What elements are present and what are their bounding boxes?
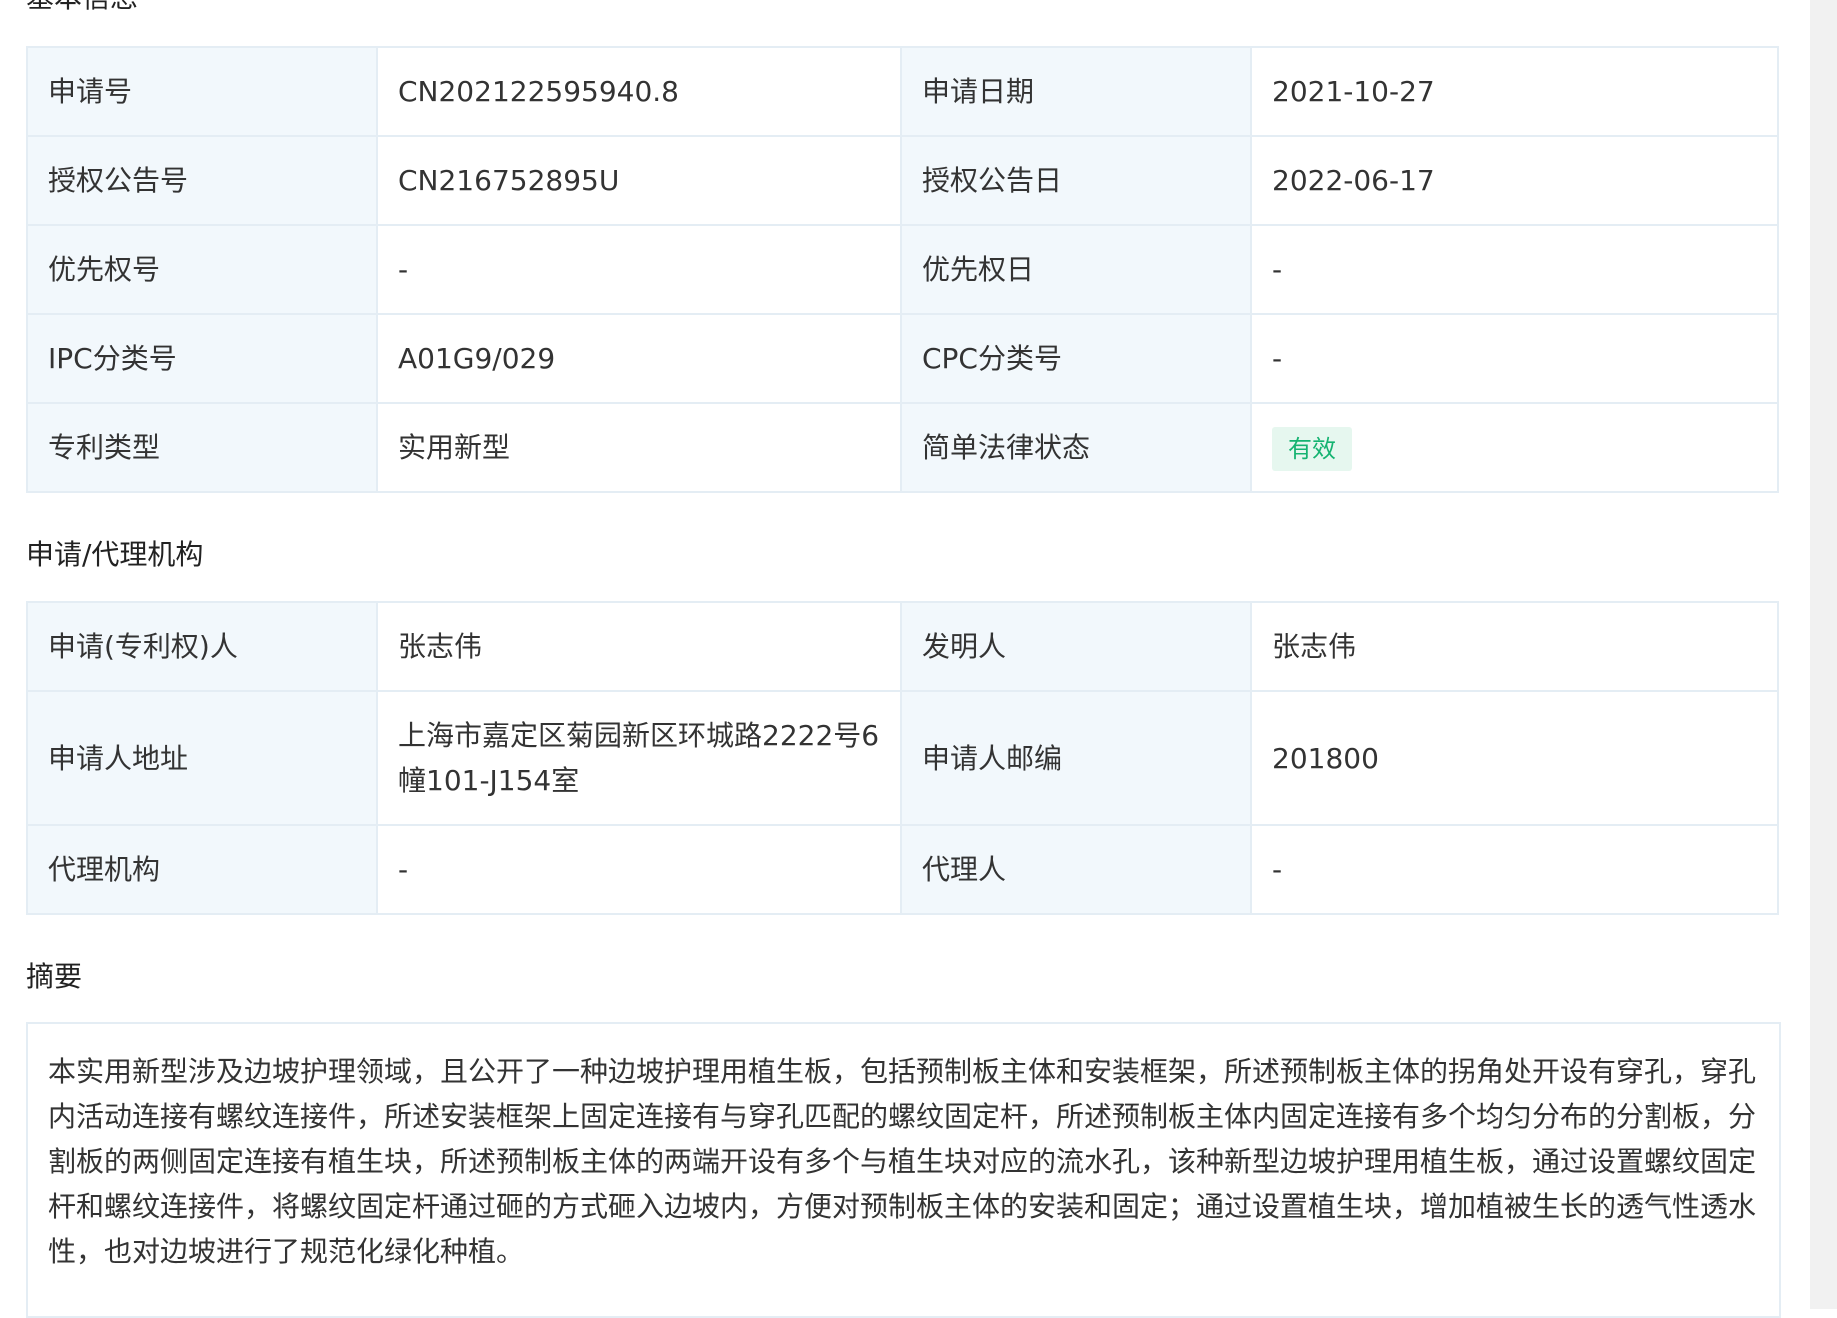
postcode-value: 201800 (1250, 690, 1779, 826)
ipc-value: A01G9/029 (376, 313, 902, 404)
section-title-abstract: 摘要 (26, 960, 83, 993)
applicant-address-value: 上海市嘉定区菊园新区环城路2222号6幢101-J154室 (376, 690, 902, 826)
application-date-label: 申请日期 (900, 46, 1252, 137)
applicant-value: 张志伟 (376, 601, 902, 692)
priority-date-label: 优先权日 (900, 224, 1252, 315)
ipc-label: IPC分类号 (26, 313, 378, 404)
table-row: 代理机构 - 代理人 - (26, 824, 1779, 915)
table-row: 专利类型 实用新型 简单法律状态 有效 (26, 402, 1779, 493)
applicant-label: 申请(专利权)人 (26, 601, 378, 692)
applicant-address-label: 申请人地址 (26, 690, 378, 826)
grant-number-value: CN216752895U (376, 135, 902, 226)
section-title-basic-info: 基本信息 (26, 0, 138, 16)
table-row: 申请号 CN202122595940.8 申请日期 2021-10-27 (26, 46, 1779, 137)
agency-info-table: 申请(专利权)人 张志伟 发明人 张志伟 申请人地址 上海市嘉定区菊园新区环城路… (26, 601, 1779, 915)
patent-type-value: 实用新型 (376, 402, 902, 493)
scrollbar[interactable] (1810, 0, 1837, 1309)
cpc-value: - (1250, 313, 1779, 404)
inventor-value: 张志伟 (1250, 601, 1779, 692)
section-title-agency: 申请/代理机构 (26, 538, 204, 571)
agency-label: 代理机构 (26, 824, 378, 915)
table-row: IPC分类号 A01G9/029 CPC分类号 - (26, 313, 1779, 404)
grant-date-label: 授权公告日 (900, 135, 1252, 226)
priority-number-label: 优先权号 (26, 224, 378, 315)
priority-date-value: - (1250, 224, 1779, 315)
patent-detail-page: 基本信息 申请号 CN202122595940.8 申请日期 2021-10-2… (0, 0, 1810, 1318)
table-row: 授权公告号 CN216752895U 授权公告日 2022-06-17 (26, 135, 1779, 226)
grant-number-label: 授权公告号 (26, 135, 378, 226)
agency-value: - (376, 824, 902, 915)
postcode-label: 申请人邮编 (900, 690, 1252, 826)
agent-value: - (1250, 824, 1779, 915)
status-badge: 有效 (1272, 426, 1352, 471)
agent-label: 代理人 (900, 824, 1252, 915)
grant-date-value: 2022-06-17 (1250, 135, 1779, 226)
application-date-value: 2021-10-27 (1250, 46, 1779, 137)
application-number-label: 申请号 (26, 46, 378, 137)
basic-info-table: 申请号 CN202122595940.8 申请日期 2021-10-27 授权公… (26, 46, 1779, 493)
patent-type-label: 专利类型 (26, 402, 378, 493)
abstract-text: 本实用新型涉及边坡护理领域，且公开了一种边坡护理用植生板，包括预制板主体和安装框… (26, 1022, 1781, 1318)
application-number-value: CN202122595940.8 (376, 46, 902, 137)
priority-number-value: - (376, 224, 902, 315)
table-row: 申请(专利权)人 张志伟 发明人 张志伟 (26, 601, 1779, 692)
cpc-label: CPC分类号 (900, 313, 1252, 404)
legal-status-label: 简单法律状态 (900, 402, 1252, 493)
table-row: 优先权号 - 优先权日 - (26, 224, 1779, 315)
legal-status-cell: 有效 (1250, 402, 1779, 493)
table-row: 申请人地址 上海市嘉定区菊园新区环城路2222号6幢101-J154室 申请人邮… (26, 690, 1779, 826)
inventor-label: 发明人 (900, 601, 1252, 692)
